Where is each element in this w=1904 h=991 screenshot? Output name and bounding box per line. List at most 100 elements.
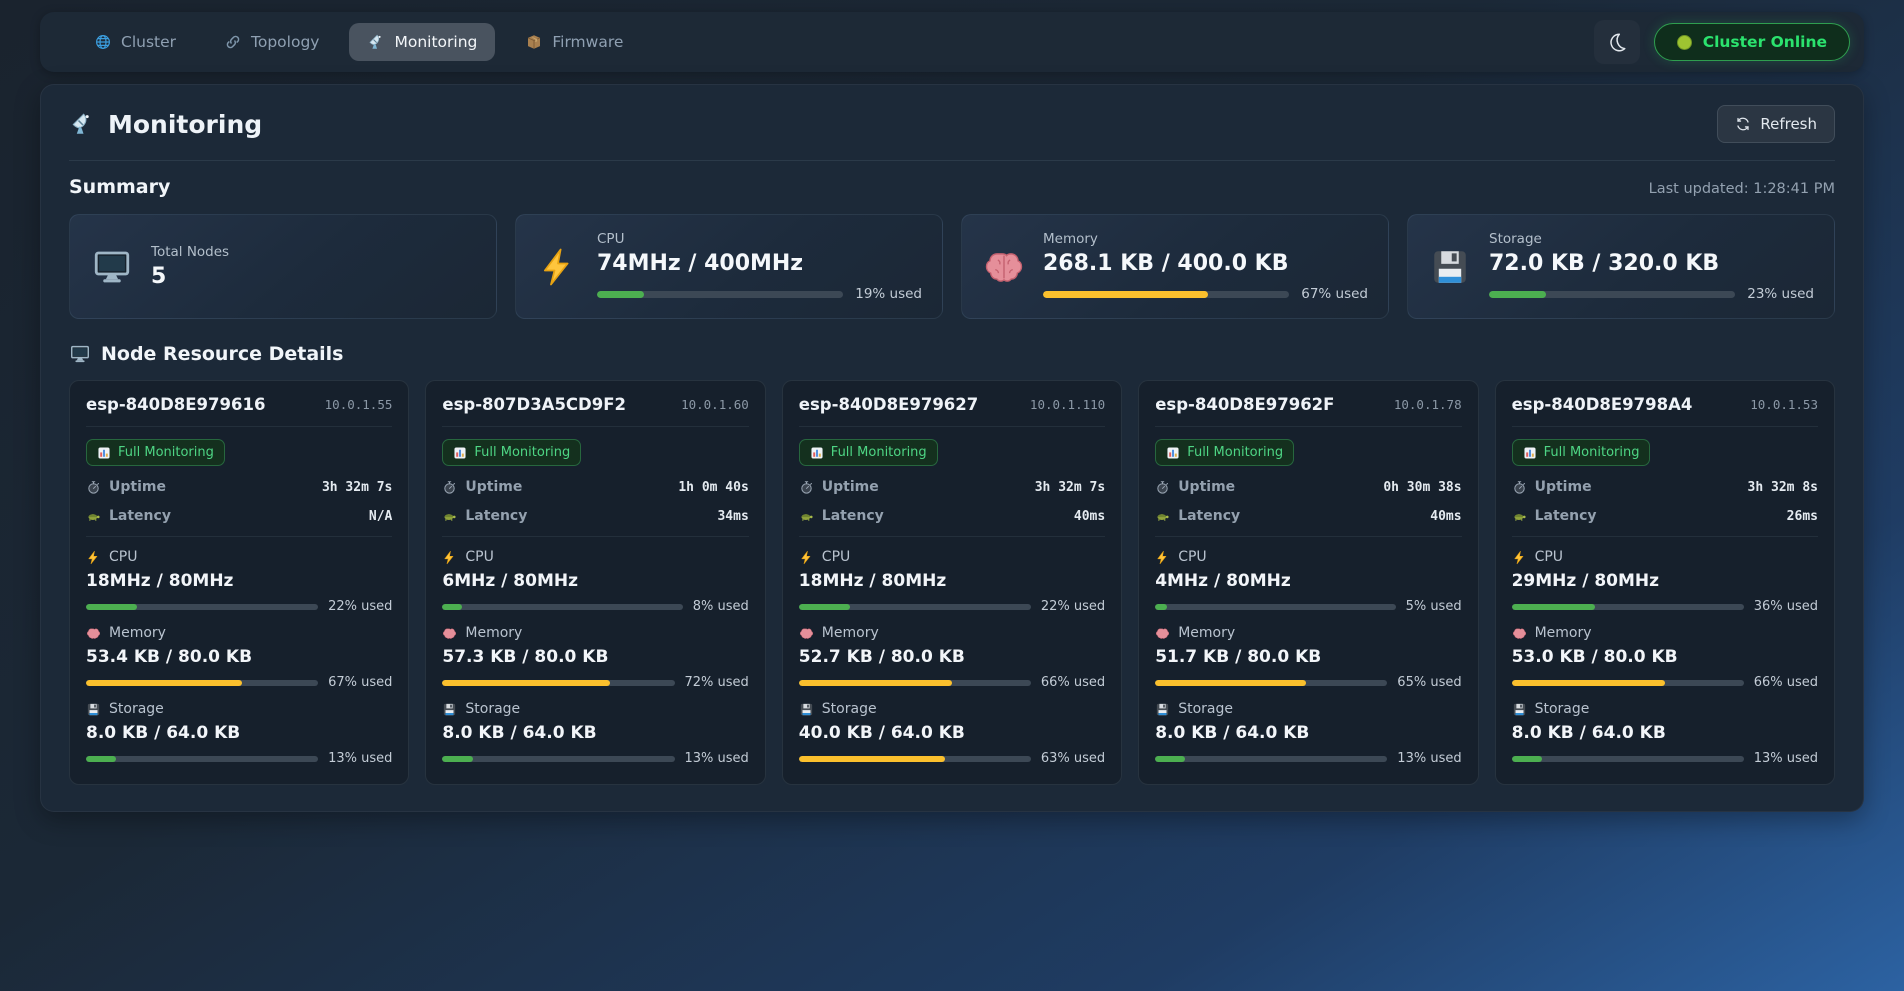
latency-value: 34ms: [717, 509, 748, 524]
divider: [1155, 536, 1461, 537]
uptime-value: 3h 32m 8s: [1748, 480, 1818, 495]
latency-label: Latency: [465, 508, 527, 524]
divider: [799, 536, 1105, 537]
storage-percent-label: 13% used: [1754, 751, 1818, 766]
storage-progress-fill: [86, 756, 116, 762]
full-monitoring-badge: Full Monitoring: [799, 439, 938, 466]
brain-icon: [1155, 626, 1170, 641]
memory-summary-value: 268.1 KB / 400.0 KB: [1043, 251, 1368, 276]
cpu-progress-track: [86, 604, 318, 610]
storage-progress-fill: [799, 756, 945, 762]
memory-percent-label: 65% used: [1397, 675, 1461, 690]
cpu-label: CPU: [1178, 549, 1206, 565]
memory-progress-track: [799, 680, 1031, 686]
total-nodes-card: Total Nodes 5: [69, 214, 497, 319]
storage-progress-fill: [1155, 756, 1185, 762]
theme-toggle-button[interactable]: [1594, 20, 1640, 64]
cpu-label: CPU: [1535, 549, 1563, 565]
uptime-label: Uptime: [822, 479, 879, 495]
bar-chart-icon: [97, 446, 111, 460]
cpu-label: CPU: [465, 549, 493, 565]
node-name: esp-840D8E979616: [86, 395, 265, 414]
summary-cards: Total Nodes 5 CPU 74MHz / 400MHz 19% use…: [69, 214, 1835, 319]
bar-chart-icon: [453, 446, 467, 460]
cluster-status-badge[interactable]: Cluster Online: [1654, 23, 1850, 61]
uptime-value: 1h 0m 40s: [678, 480, 748, 495]
uptime-label: Uptime: [1535, 479, 1592, 495]
tab-monitoring[interactable]: Monitoring: [349, 23, 495, 61]
storage-label: Storage: [1178, 701, 1233, 717]
storage-value: 8.0 KB / 64.0 KB: [1512, 723, 1818, 743]
uptime-row: Uptime 0h 30m 38s: [1155, 479, 1461, 495]
memory-progress-track: [1043, 291, 1289, 298]
memory-label: Memory: [1535, 625, 1592, 641]
memory-progress-track: [1512, 680, 1744, 686]
memory-label: Memory: [1178, 625, 1235, 641]
turtle-icon: [1155, 509, 1170, 524]
cpu-progress-track: [1155, 604, 1395, 610]
uptime-row: Uptime 1h 0m 40s: [442, 479, 748, 495]
cpu-percent-label: 19% used: [855, 286, 922, 302]
storage-value: 40.0 KB / 64.0 KB: [799, 723, 1105, 743]
storage-percent-label: 13% used: [685, 751, 749, 766]
divider: [1512, 426, 1818, 427]
satellite-icon: [69, 111, 95, 137]
cpu-label: CPU: [109, 549, 137, 565]
tab-firmware[interactable]: Firmware: [507, 23, 641, 61]
memory-label: Memory: [822, 625, 879, 641]
storage-summary-value: 72.0 KB / 320.0 KB: [1489, 251, 1814, 276]
memory-progress-track: [86, 680, 318, 686]
node-card: esp-807D3A5CD9F2 10.0.1.60 Full Monitori…: [425, 380, 765, 785]
cpu-percent-label: 8% used: [693, 599, 749, 614]
node-ip: 10.0.1.78: [1394, 397, 1462, 412]
memory-metric: Memory 53.4 KB / 80.0 KB 67% used: [86, 625, 392, 690]
memory-value: 53.0 KB / 80.0 KB: [1512, 647, 1818, 667]
refresh-button[interactable]: Refresh: [1717, 105, 1835, 143]
storage-summary-label: Storage: [1489, 231, 1814, 247]
divider: [442, 426, 748, 427]
divider: [1155, 426, 1461, 427]
turtle-icon: [1512, 509, 1527, 524]
tab-cluster[interactable]: Cluster: [76, 23, 194, 61]
divider: [442, 536, 748, 537]
cpu-metric: CPU 18MHz / 80MHz 22% used: [86, 549, 392, 614]
divider: [1512, 536, 1818, 537]
floppy-icon: [1155, 702, 1170, 717]
tab-topology[interactable]: Topology: [206, 23, 337, 61]
last-updated-text: Last updated: 1:28:41 PM: [1649, 181, 1835, 197]
node-card: esp-840D8E979616 10.0.1.55 Full Monitori…: [69, 380, 409, 785]
storage-metric: Storage 8.0 KB / 64.0 KB 13% used: [86, 701, 392, 766]
memory-progress-fill: [1043, 291, 1208, 298]
full-monitoring-badge: Full Monitoring: [86, 439, 225, 466]
tab-firmware-label: Firmware: [552, 33, 623, 51]
node-card: esp-840D8E97962F 10.0.1.78 Full Monitori…: [1138, 380, 1478, 785]
storage-progress-track: [86, 756, 318, 762]
memory-percent-label: 67% used: [328, 675, 392, 690]
memory-label: Memory: [109, 625, 166, 641]
cpu-percent-label: 22% used: [328, 599, 392, 614]
cpu-percent-label: 5% used: [1406, 599, 1462, 614]
node-cards: esp-840D8E979616 10.0.1.55 Full Monitori…: [69, 380, 1835, 785]
page-title: Monitoring: [69, 110, 262, 139]
uptime-row: Uptime 3h 32m 7s: [799, 479, 1105, 495]
latency-value: 26ms: [1787, 509, 1818, 524]
storage-value: 8.0 KB / 64.0 KB: [1155, 723, 1461, 743]
memory-progress-fill: [442, 680, 609, 686]
zap-icon: [799, 550, 814, 565]
floppy-icon: [799, 702, 814, 717]
turtle-icon: [799, 509, 814, 524]
uptime-label: Uptime: [1178, 479, 1235, 495]
zap-icon: [536, 246, 580, 288]
page-title-text: Monitoring: [108, 110, 262, 139]
storage-percent-label: 63% used: [1041, 751, 1105, 766]
cpu-progress-fill: [442, 604, 461, 610]
stopwatch-icon: [86, 480, 101, 495]
storage-percent-label: 13% used: [328, 751, 392, 766]
cpu-progress-track: [597, 291, 843, 298]
latency-row: Latency 34ms: [442, 508, 748, 524]
full-monitoring-badge: Full Monitoring: [442, 439, 581, 466]
storage-value: 8.0 KB / 64.0 KB: [442, 723, 748, 743]
storage-progress-track: [1155, 756, 1387, 762]
full-monitoring-badge: Full Monitoring: [1512, 439, 1651, 466]
memory-value: 52.7 KB / 80.0 KB: [799, 647, 1105, 667]
